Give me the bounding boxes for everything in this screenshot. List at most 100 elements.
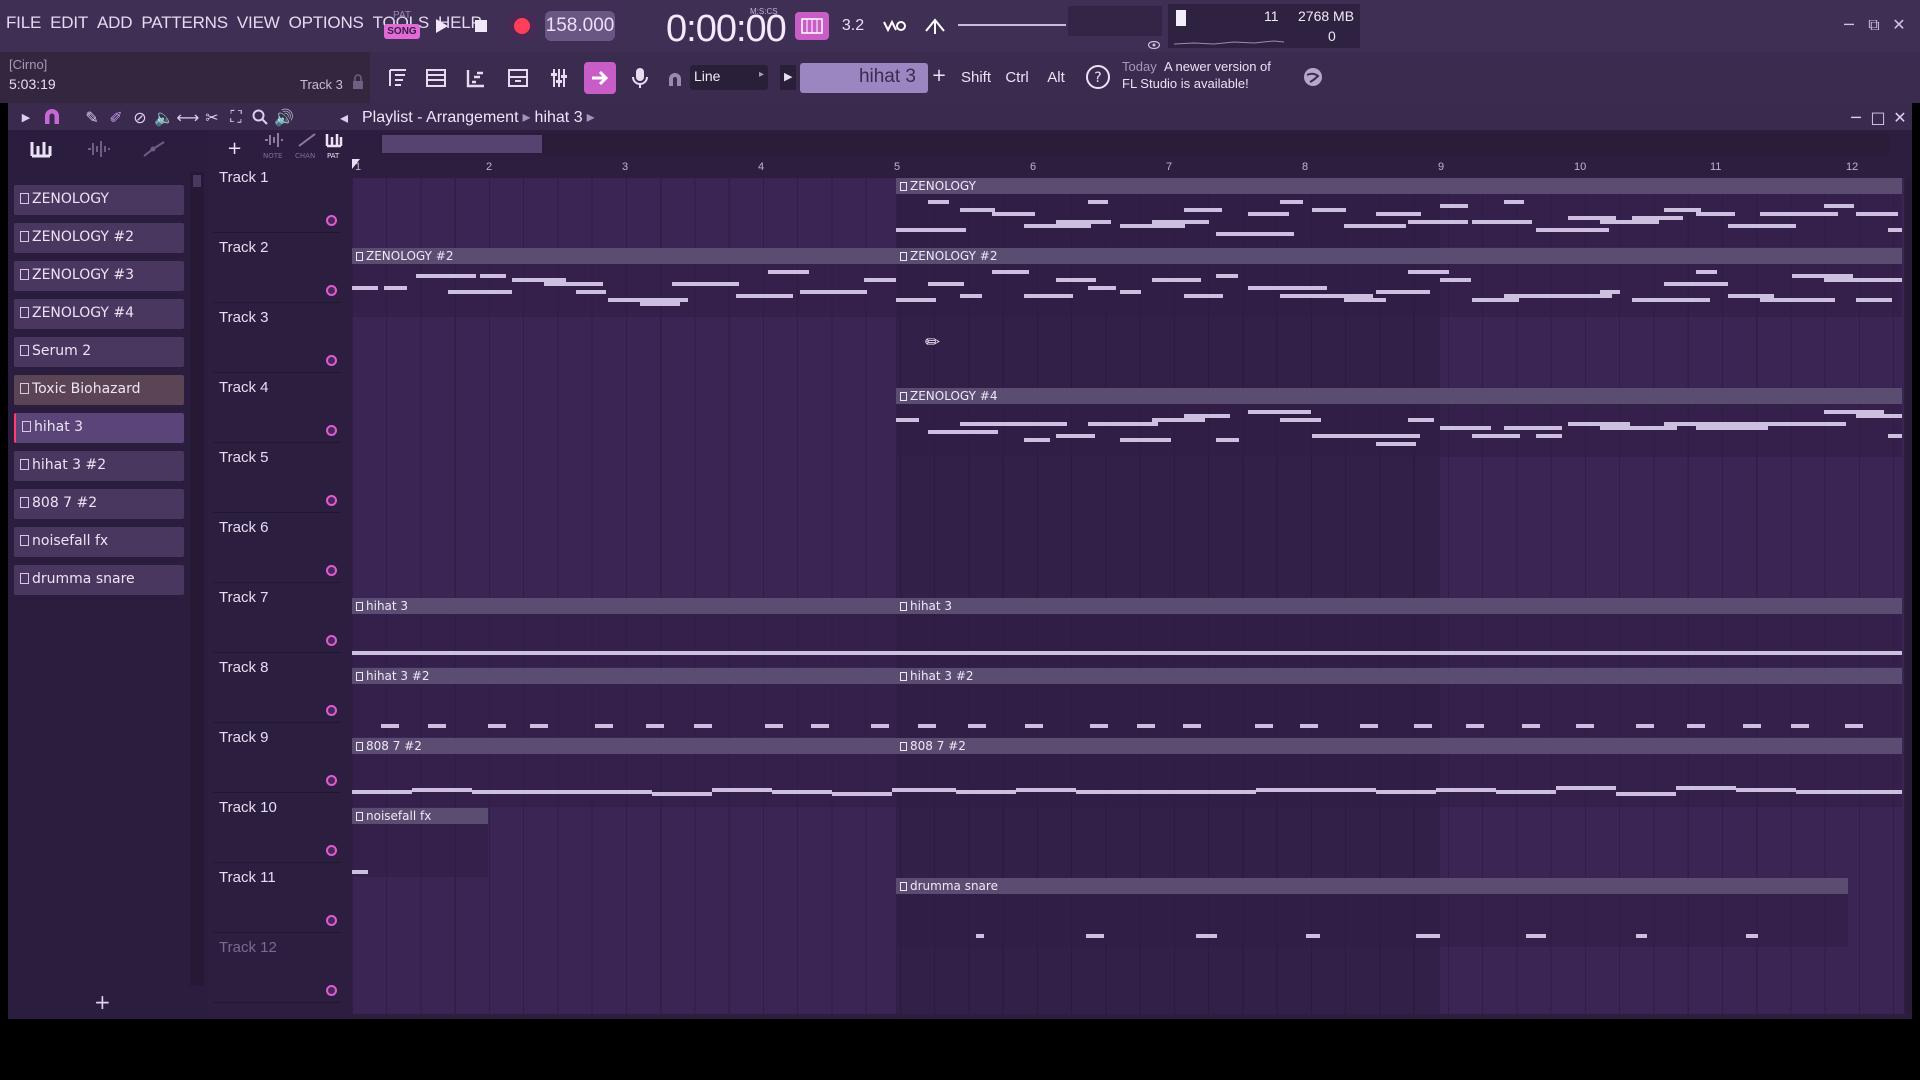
playlist-clip[interactable]: drumma snare — [896, 878, 1848, 947]
master-pitch-slider[interactable] — [958, 24, 1066, 26]
track-mute-indicator[interactable] — [326, 775, 337, 786]
pattern-item[interactable]: ZENOLOGY #4 — [14, 299, 184, 329]
add-pattern-plus-button[interactable]: + — [94, 990, 111, 1014]
online-button[interactable] — [1302, 66, 1324, 88]
track-header[interactable]: Track 4 — [213, 373, 341, 443]
pattern-item[interactable]: ZENOLOGY #3 — [14, 261, 184, 291]
vertical-scrollbar[interactable] — [1906, 178, 1912, 1014]
piano-roll-button[interactable] — [460, 62, 492, 94]
slice-tool[interactable]: ✂ — [202, 107, 222, 127]
add-pattern-button[interactable]: + — [931, 65, 947, 90]
pattern-item[interactable]: hihat 3 #2 — [14, 451, 184, 481]
track-header[interactable]: Track 6 — [213, 513, 341, 583]
track-header[interactable]: Track 1 — [213, 163, 341, 233]
track-mute-indicator[interactable] — [326, 915, 337, 926]
pattern-item[interactable]: ZENOLOGY #2 — [14, 223, 184, 253]
pattern-item[interactable]: Toxic Biohazard — [14, 375, 184, 405]
shift-key-button[interactable]: Shift — [958, 65, 994, 91]
zoom-tool[interactable] — [250, 107, 270, 127]
pattern-item[interactable]: Serum 2 — [14, 337, 184, 367]
mute-tool[interactable]: 🔈 — [154, 107, 174, 127]
menu-view[interactable]: VIEW — [237, 13, 280, 33]
track-header[interactable]: Track 10 — [213, 793, 341, 863]
track-header[interactable]: Track 12 — [213, 933, 341, 1003]
pattern-item[interactable]: drumma snare — [14, 565, 184, 595]
channel-mode-icon[interactable] — [297, 132, 317, 148]
track-header[interactable]: Track 5 — [213, 443, 341, 513]
play-button[interactable] — [428, 12, 456, 40]
playlist-clip[interactable]: noisefall fx — [352, 808, 488, 877]
help-button[interactable]: ? — [1084, 64, 1112, 92]
pattern-prev-button[interactable]: ▶ — [780, 65, 796, 90]
track-mute-indicator[interactable] — [326, 285, 337, 296]
draw-tool[interactable]: ✎ — [82, 107, 102, 127]
restore-button[interactable]: ⧉ — [1863, 14, 1885, 36]
playlist-overview-scrollbar[interactable] — [378, 133, 1890, 155]
menu-add[interactable]: ADD — [97, 13, 132, 33]
news-panel[interactable]: Today A newer version of FL Studio is av… — [1122, 58, 1322, 98]
pattern-item[interactable]: 808 7 #2 — [14, 489, 184, 519]
channel-rack-button[interactable] — [420, 62, 452, 94]
timeline-ruler[interactable]: 1 2 3 4 5 6 7 8 9 10 11 12 — [352, 159, 1904, 176]
stop-button[interactable] — [467, 12, 495, 40]
playlist-minimize-button[interactable]: ─ — [1846, 107, 1866, 127]
track-mute-indicator[interactable] — [326, 425, 337, 436]
arrangement-grid[interactable]: ZENOLOGY ZENOLOGY #2 ZENOLOGY #2 ZENOLOGY #… — [352, 178, 1904, 1014]
picker-scroll-thumb[interactable] — [193, 175, 201, 187]
playback-tool[interactable]: 🔊 — [274, 107, 294, 127]
playlist-clip[interactable]: ZENOLOGY #2 — [352, 248, 896, 317]
ctrl-key-button[interactable]: Ctrl — [1000, 65, 1034, 91]
track-mute-indicator[interactable] — [326, 565, 337, 576]
playlist-close-button[interactable]: ✕ — [1890, 107, 1910, 127]
delete-tool[interactable]: ⊘ — [130, 107, 150, 127]
track-mute-indicator[interactable] — [326, 985, 337, 996]
track-mute-indicator[interactable] — [326, 705, 337, 716]
playhead-marker-icon[interactable] — [352, 159, 360, 171]
track-header[interactable]: Track 11 — [213, 863, 341, 933]
pattern-item[interactable]: ZENOLOGY — [14, 185, 184, 215]
add-track-button[interactable]: + — [227, 138, 242, 159]
picker-scrollbar[interactable] — [190, 172, 204, 986]
tempo-display[interactable]: 158.000 — [545, 11, 615, 41]
tab-patterns-icon[interactable] — [30, 140, 52, 158]
playlist-clip[interactable]: ZENOLOGY — [896, 178, 1903, 247]
playlist-clip[interactable]: ZENOLOGY #4 — [896, 388, 1903, 457]
menu-edit[interactable]: EDIT — [50, 13, 88, 33]
pattern-item[interactable]: hihat 3 — [14, 413, 184, 443]
magnet-icon[interactable] — [667, 72, 683, 88]
slip-tool[interactable]: ⟷ — [177, 107, 200, 127]
track-mute-indicator[interactable] — [326, 495, 337, 506]
blend-notes-button[interactable] — [918, 12, 952, 40]
playlist-clip[interactable]: hihat 3 — [896, 598, 1903, 667]
menu-file[interactable]: FILE — [6, 13, 41, 33]
playlist-clip[interactable]: hihat 3 #2 — [896, 668, 1903, 737]
playlist-button[interactable] — [382, 62, 414, 94]
select-tool[interactable]: ⛶ — [226, 107, 246, 127]
record-button[interactable] — [508, 12, 536, 40]
menu-options[interactable]: OPTIONS — [289, 13, 364, 33]
playlist-clip[interactable]: 808 7 #2 — [896, 738, 1903, 807]
browser-button[interactable] — [502, 62, 534, 94]
wait-record-button[interactable] — [877, 12, 911, 40]
tab-audio-icon[interactable] — [86, 140, 110, 158]
minimize-button[interactable]: ─ — [1838, 14, 1860, 36]
alt-key-button[interactable]: Alt — [1040, 65, 1072, 91]
metronome-button[interactable] — [795, 12, 829, 40]
track-mute-indicator[interactable] — [326, 635, 337, 646]
song-time-display[interactable]: 0:00:00 M:S:CS — [628, 4, 787, 50]
playlist-clip[interactable]: hihat 3 — [352, 598, 896, 667]
playlist-clip[interactable]: 808 7 #2 — [352, 738, 896, 807]
playlist-speaker-button[interactable]: ◂ — [334, 107, 354, 127]
snap-button[interactable] — [42, 107, 62, 127]
plugin-picker-button[interactable] — [584, 62, 616, 94]
track-header[interactable]: Track 8 — [213, 653, 341, 723]
track-header[interactable]: Track 2 — [213, 233, 341, 303]
eye-icon[interactable] — [1147, 34, 1161, 50]
playlist-clip[interactable]: hihat 3 #2 — [352, 668, 896, 737]
record-audio-button[interactable] — [624, 62, 656, 94]
paint-tool[interactable]: ✐ — [106, 107, 126, 127]
track-mute-indicator[interactable] — [326, 845, 337, 856]
pat-song-toggle[interactable]: PAT SONG — [382, 7, 422, 47]
pattern-selector[interactable]: hihat 3 — [800, 63, 928, 93]
track-mute-indicator[interactable] — [326, 355, 337, 366]
